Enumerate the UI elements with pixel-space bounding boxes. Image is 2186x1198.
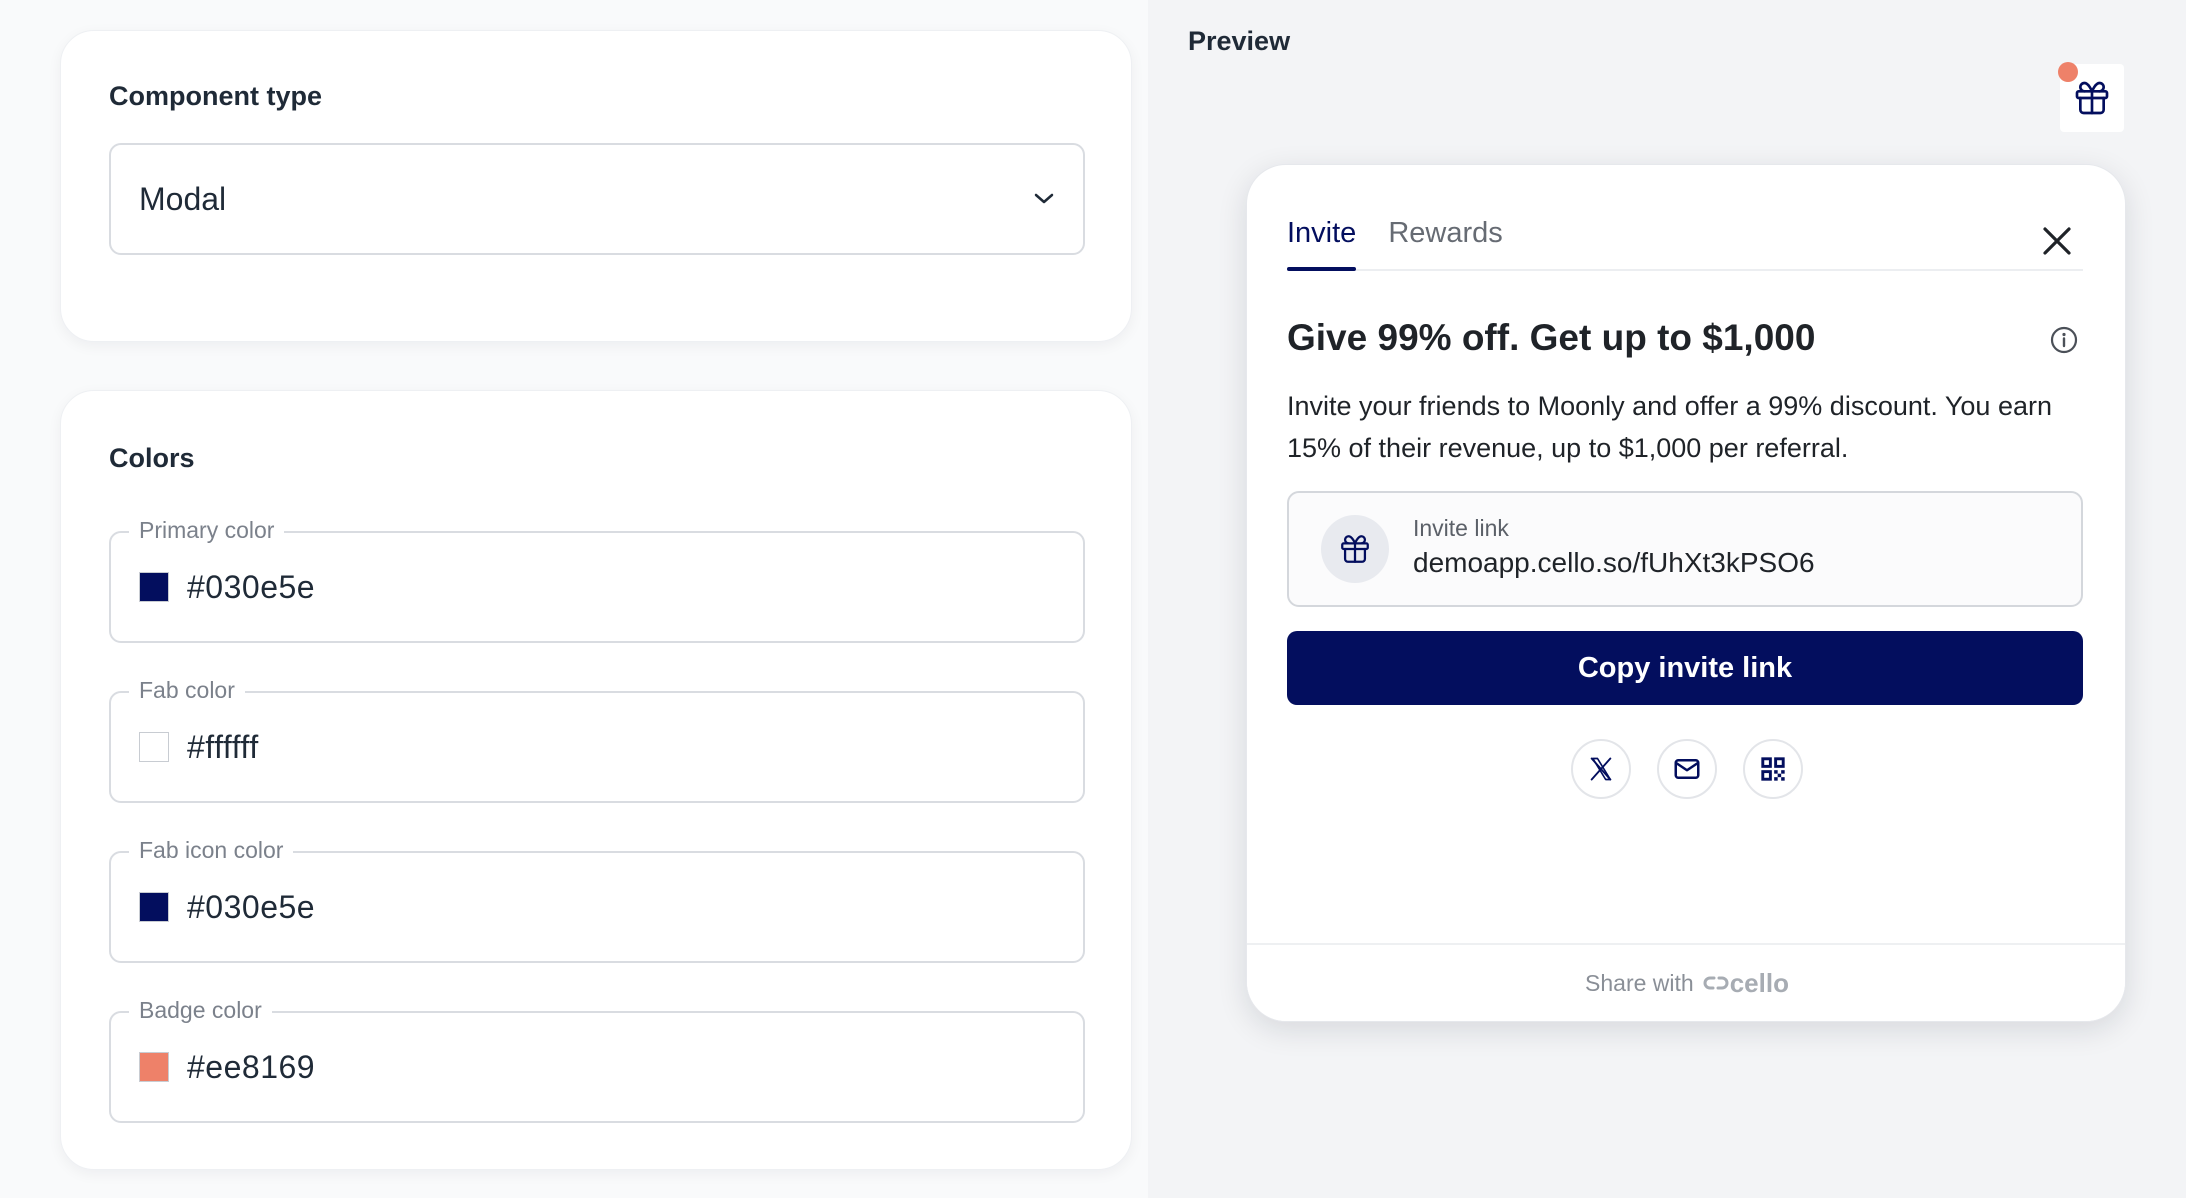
share-qr-button[interactable] <box>1743 739 1803 799</box>
badge-color-label: Badge color <box>129 997 272 1024</box>
fab-color-value[interactable]: #ffffff <box>187 729 259 766</box>
preview-panel: Preview Invite Rewards Give 99% off. Get… <box>1148 0 2186 1198</box>
fab-color-label: Fab color <box>129 677 245 704</box>
primary-color-swatch[interactable] <box>139 572 169 602</box>
modal-description: Invite your friends to Moonly and offer … <box>1287 391 2052 463</box>
copy-invite-link-button[interactable]: Copy invite link <box>1287 631 2083 705</box>
invite-icon-circle <box>1321 515 1389 583</box>
primary-color-label: Primary color <box>129 517 285 544</box>
share-x-button[interactable] <box>1571 739 1631 799</box>
info-icon[interactable] <box>2049 325 2079 355</box>
fab-icon-color-field[interactable]: Fab icon color #030e5e <box>109 837 1085 963</box>
primary-color-field[interactable]: Primary color #030e5e <box>109 517 1085 643</box>
email-icon <box>1674 759 1700 779</box>
modal-headline: Give 99% off. Get up to $1,000 <box>1287 317 1816 358</box>
share-icons-row <box>1247 739 2125 799</box>
qr-code-icon <box>1761 757 1785 781</box>
invite-link-box[interactable]: Invite link demoapp.cello.so/fUhXt3kPSO6 <box>1287 491 2083 607</box>
gift-icon <box>1341 535 1369 563</box>
tab-invite[interactable]: Invite <box>1287 217 1357 271</box>
fab-color-field[interactable]: Fab color #ffffff <box>109 677 1085 803</box>
component-type-title: Component type <box>109 81 322 111</box>
x-icon <box>1590 757 1612 781</box>
badge-color-field[interactable]: Badge color #ee8169 <box>109 997 1085 1123</box>
invite-link-value[interactable]: demoapp.cello.so/fUhXt3kPSO6 <box>1413 547 1815 579</box>
referral-modal: Invite Rewards Give 99% off. Get up to $… <box>1246 164 2126 1022</box>
primary-color-value[interactable]: #030e5e <box>187 569 315 606</box>
component-type-value: Modal <box>139 180 227 217</box>
badge-color-value[interactable]: #ee8169 <box>187 1049 315 1086</box>
colors-card: Colors Primary color #030e5e Fab color #… <box>60 390 1132 1170</box>
modal-footer: Share with cello <box>1247 943 2125 1021</box>
tab-rewards[interactable]: Rewards <box>1388 217 1502 269</box>
colors-title: Colors <box>109 443 195 473</box>
modal-tabs: Invite Rewards <box>1287 217 2083 271</box>
fab-color-swatch[interactable] <box>139 732 169 762</box>
cello-brand[interactable]: cello <box>1702 968 1789 999</box>
fab-icon-color-label: Fab icon color <box>129 837 294 864</box>
cello-brand-name: cello <box>1729 967 1789 998</box>
component-type-select[interactable]: Modal <box>109 143 1085 255</box>
cello-logo-icon <box>1703 976 1729 990</box>
badge-color-swatch[interactable] <box>139 1052 169 1082</box>
fab-icon-color-swatch[interactable] <box>139 892 169 922</box>
chevron-down-icon <box>1034 193 1054 204</box>
fab-badge <box>2058 62 2078 82</box>
close-icon[interactable] <box>2037 221 2077 261</box>
settings-panel: Component type Modal Colors Primary colo… <box>0 0 1148 1198</box>
invite-link-label: Invite link <box>1413 515 1509 541</box>
gift-icon <box>2075 81 2109 115</box>
footer-text: Share with <box>1585 969 1694 996</box>
preview-title: Preview <box>1188 26 1291 56</box>
share-email-button[interactable] <box>1657 739 1717 799</box>
component-type-card: Component type Modal <box>60 30 1132 342</box>
fab-button[interactable] <box>2058 62 2124 132</box>
fab-icon-color-value[interactable]: #030e5e <box>187 889 315 926</box>
